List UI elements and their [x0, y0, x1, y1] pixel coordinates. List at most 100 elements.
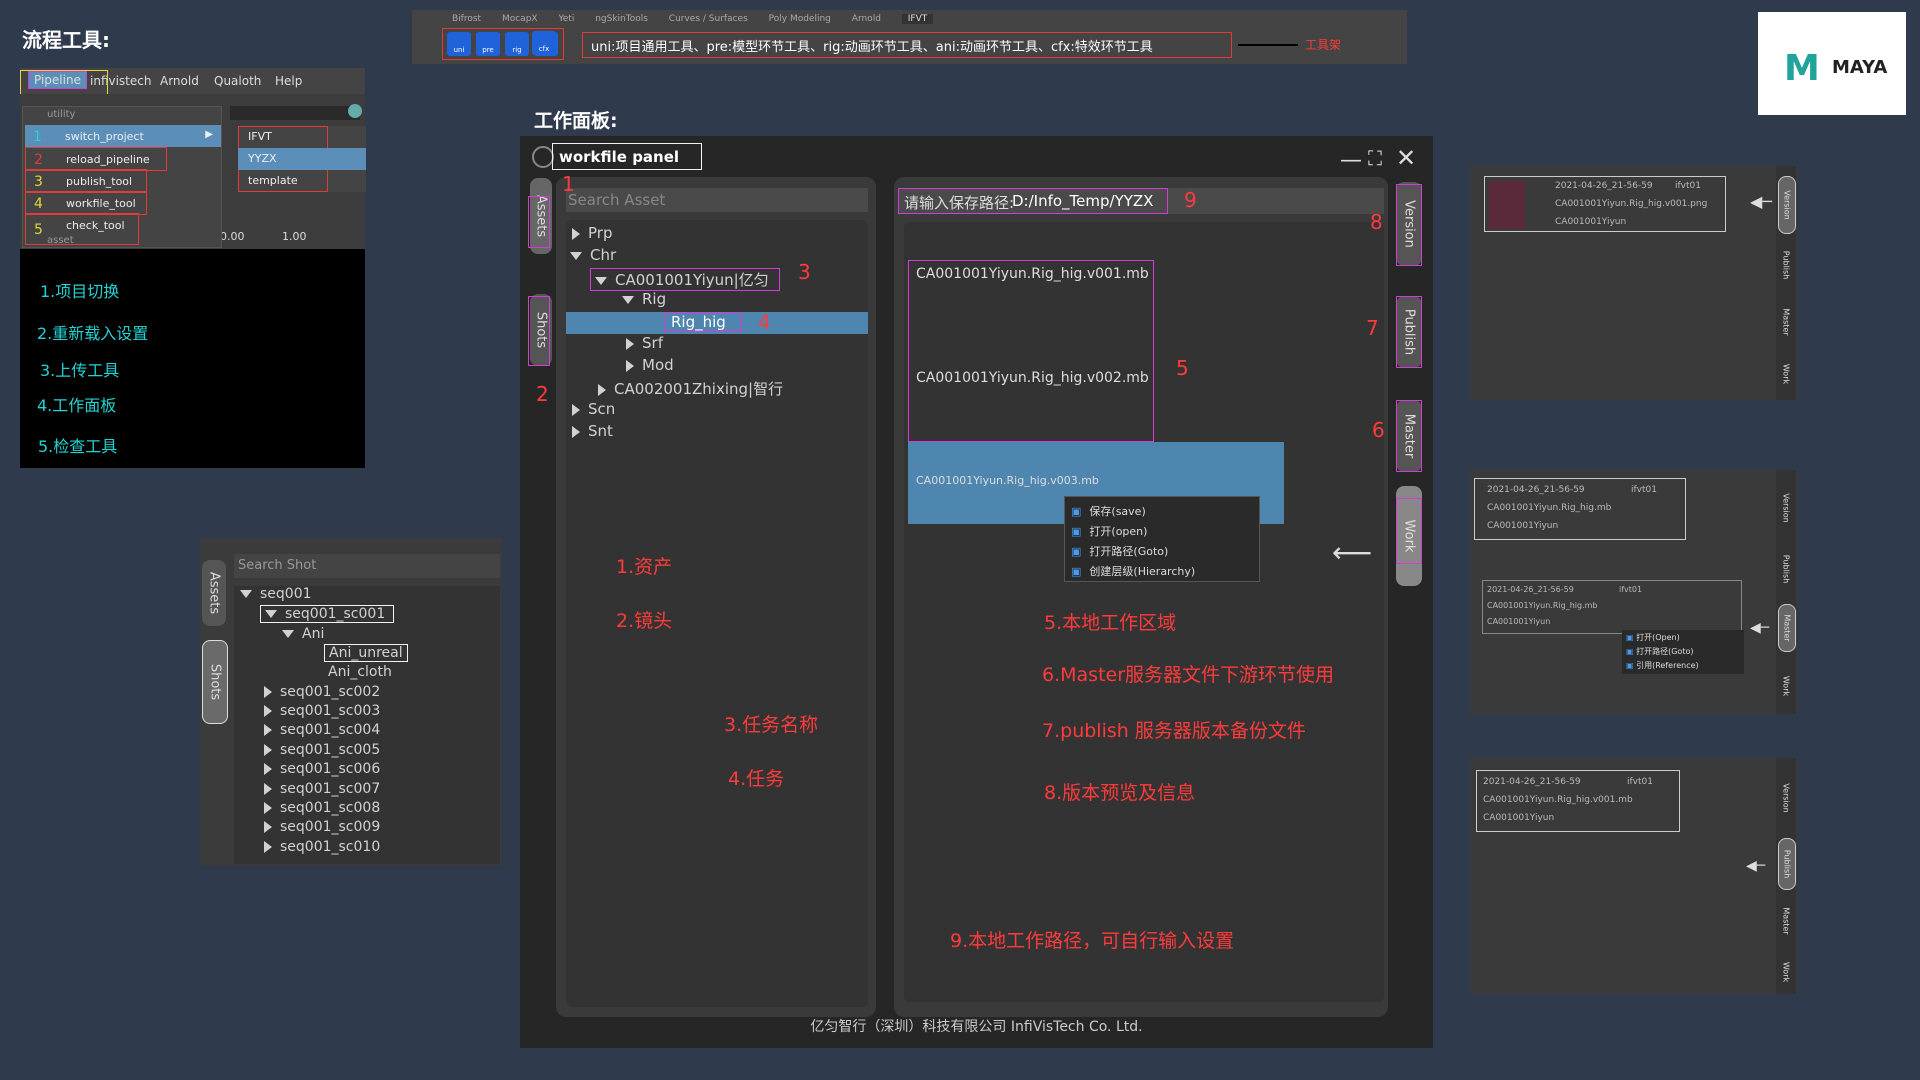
pre-button[interactable]: pre	[476, 32, 500, 56]
tree-seq001[interactable]: seq001	[240, 586, 312, 602]
tab-publish[interactable]: Publish	[1778, 544, 1794, 594]
tree-shot[interactable]: seq001_sc004	[264, 722, 380, 738]
tab-publish[interactable]: Publish	[1778, 838, 1796, 890]
tree-snt[interactable]: Snt	[572, 422, 613, 440]
submenu-item-yyzx[interactable]: YYZX	[238, 148, 366, 170]
uni-button[interactable]: uni	[447, 32, 471, 56]
menu-item-publish-tool[interactable]: 3 publish_tool	[25, 169, 147, 193]
context-item-goto[interactable]: ▣ 打开路径(Goto)	[1626, 646, 1693, 657]
menu-item-check-tool[interactable]: 5 check_tool	[25, 213, 139, 245]
tree-shot[interactable]: seq001_sc007	[264, 781, 380, 797]
master-card-2[interactable]: 2021-04-26_21-56-59 ifvt01 CA001001Yiyun…	[1482, 580, 1742, 634]
tree-scn[interactable]: Scn	[572, 400, 615, 418]
tab-master[interactable]: Master	[1778, 898, 1794, 944]
shelf-tab[interactable]: ngSkinTools	[595, 14, 648, 24]
tab-version[interactable]: Version	[1778, 480, 1794, 536]
context-item-open[interactable]: ▣ 打开(open)	[1071, 523, 1147, 539]
submenu-item-ifvt[interactable]: IFVT	[238, 126, 366, 148]
arrow-line	[1238, 44, 1298, 46]
open-icon: ▣	[1626, 633, 1637, 642]
tree-ani-unreal[interactable]: Ani_unreal	[324, 644, 408, 662]
tree-shot[interactable]: seq001_sc009	[264, 819, 380, 835]
tree-srf[interactable]: Srf	[626, 334, 663, 352]
file-item[interactable]: CA001001Yiyun.Rig_hig.v002.mb	[916, 370, 1149, 386]
marker-8: 8	[1370, 210, 1383, 234]
tree-seq001-sc001[interactable]: seq001_sc001	[260, 605, 395, 623]
shelf-tab[interactable]: MocapX	[502, 14, 538, 24]
menu-item-reload-pipeline[interactable]: 2 reload_pipeline	[25, 147, 167, 171]
tab-work[interactable]: Work	[1778, 666, 1794, 706]
file-list-highlight	[908, 260, 1154, 442]
tab-version[interactable]: Version	[1778, 176, 1796, 234]
context-item-goto[interactable]: ▣ 打开路径(Goto)	[1071, 543, 1168, 559]
tree-mod[interactable]: Mod	[626, 356, 674, 374]
app-icon	[532, 146, 554, 168]
tree-ani-cloth[interactable]: Ani_cloth	[328, 664, 392, 680]
tree-rig-hig[interactable]: Rig_hig	[664, 312, 741, 332]
tab-work[interactable]: Work	[1778, 356, 1794, 392]
tree-rig[interactable]: Rig	[622, 290, 666, 308]
tab-master[interactable]: Master	[1778, 604, 1796, 652]
open-icon: ▣	[1071, 525, 1082, 538]
tree-shot[interactable]: seq001_sc003	[264, 703, 380, 719]
file-item[interactable]: CA001001Yiyun.Rig_hig.v001.mb	[916, 266, 1149, 282]
context-item-open[interactable]: ▣ 打开(Open)	[1626, 632, 1680, 643]
field-value-2[interactable]: 1.00	[282, 230, 307, 243]
menu-item-workfile-tool[interactable]: 4 workfile_tool	[25, 191, 147, 215]
rig-button[interactable]: rig	[505, 32, 529, 56]
tree-ani[interactable]: Ani	[282, 626, 324, 642]
maximize-icon[interactable]: ⛶	[1368, 146, 1382, 170]
shelf-tab-ifvt[interactable]: IFVT	[901, 14, 934, 24]
item-number: 2	[34, 152, 43, 168]
shelf-tab[interactable]: Arnold	[852, 14, 881, 24]
menu-qualoth[interactable]: Qualoth	[214, 74, 261, 88]
tab-version[interactable]: Version	[1778, 770, 1794, 826]
context-item-reference[interactable]: ▣ 引用(Reference)	[1626, 660, 1699, 671]
context-item-hierarchy[interactable]: ▣ 创建层级(Hierarchy)	[1071, 563, 1195, 579]
master-card-1[interactable]: 2021-04-26_21-56-59 ifvt01 CA001001Yiyun…	[1474, 478, 1686, 540]
context-item-save[interactable]: ▣ 保存(save)	[1071, 503, 1146, 519]
tree-shot[interactable]: seq001_sc008	[264, 800, 380, 816]
master-preview-panel: 2021-04-26_21-56-59 ifvt01 CA001001Yiyun…	[1470, 470, 1798, 714]
tab-assets[interactable]: Assets	[202, 560, 226, 626]
minimize-icon[interactable]: —	[1340, 148, 1362, 173]
menu-arnold[interactable]: Arnold	[160, 74, 199, 88]
version-card[interactable]: 2021-04-26_21-56-59 ifvt01 CA001001Yiyun…	[1484, 176, 1726, 232]
tree-chr[interactable]: Chr	[570, 246, 616, 264]
tree-asset-yiyun[interactable]: CA001001Yiyun|亿匀	[590, 268, 780, 291]
tree-asset-zhixing[interactable]: CA002001Zhixing|智行	[598, 378, 783, 399]
tree-prp[interactable]: Prp	[572, 224, 612, 242]
tree-shot[interactable]: seq001_sc010	[264, 839, 380, 855]
tree-shot[interactable]: seq001_sc002	[264, 684, 380, 700]
submenu-item-template[interactable]: template	[238, 170, 366, 192]
tree-shot[interactable]: seq001_sc006	[264, 761, 380, 777]
reference-icon: ▣	[1626, 661, 1637, 670]
card-asset: CA001001Yiyun	[1555, 217, 1627, 227]
tree-shot[interactable]: seq001_sc005	[264, 742, 380, 758]
menu-help[interactable]: Help	[275, 74, 302, 88]
shelf-tab[interactable]: Curves / Surfaces	[669, 14, 748, 24]
card-user: ifvt01	[1675, 181, 1701, 191]
publish-card[interactable]: 2021-04-26_21-56-59 ifvt01 CA001001Yiyun…	[1476, 770, 1680, 832]
shelf-tab[interactable]: Yeti	[558, 14, 574, 24]
annotation-shot: 2.镜头	[616, 610, 673, 632]
section-title-pipeline: 流程工具:	[22, 28, 110, 52]
search-shot-input[interactable]: Search Shot	[234, 554, 500, 578]
tab-work[interactable]: Work	[1778, 954, 1794, 990]
search-asset-input[interactable]: Search Asset	[566, 188, 868, 212]
tab-assets-highlight	[528, 196, 550, 248]
tab-master[interactable]: Master	[1778, 300, 1794, 344]
shelf-tab[interactable]: Poly Modeling	[769, 14, 831, 24]
menu-item-switch-project[interactable]: 1 switch_project ▶	[25, 125, 221, 147]
close-icon[interactable]: ✕	[1396, 144, 1416, 172]
asset-label: asset	[47, 235, 74, 246]
shelf-tab[interactable]: Bifrost	[452, 14, 481, 24]
tab-publish[interactable]: Publish	[1778, 240, 1794, 290]
maya-logo-text: MAYA	[1832, 57, 1888, 78]
item-label: switch_project	[65, 130, 144, 143]
cfx-button[interactable]: cfx	[532, 31, 556, 55]
path-input[interactable]: D:/Info_Temp/YYZX	[1012, 192, 1153, 210]
tab-shots[interactable]: Shots	[202, 640, 228, 724]
legend-5: 5.检查工具	[38, 437, 118, 456]
field-value-1[interactable]: 0.00	[220, 230, 245, 243]
